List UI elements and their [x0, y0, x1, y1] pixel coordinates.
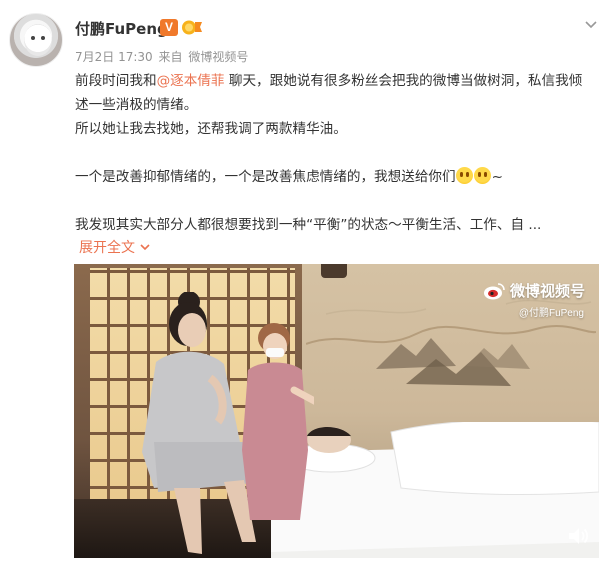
expand-button[interactable]: 展开全文 — [79, 237, 151, 257]
emoji-icon — [455, 167, 473, 184]
weibo-post: 付鹏FuPeng V 7月2日 17:30 来自 微博视频号 前段时间我和@逐本… — [0, 0, 607, 561]
watermark-handle: @付鹏FuPeng — [518, 308, 584, 319]
medal-icon[interactable] — [181, 19, 203, 36]
verified-icon: V — [160, 19, 178, 36]
content-paragraph: 所以她让我去找她，还帮我调了两款精华油。 — [75, 121, 347, 137]
video-player[interactable]: 微博视频号 @付鹏FuPeng — [74, 264, 599, 558]
content-text: 一个是改善抑郁情绪的，一个是改善焦虑情绪的，我想送给你们 — [75, 169, 456, 185]
post-meta: 7月2日 17:30 来自 微博视频号 — [75, 48, 250, 65]
expand-label: 展开全文 — [79, 240, 135, 256]
content-text: ~ — [491, 169, 504, 185]
mute-icon[interactable] — [567, 526, 589, 546]
avatar-eye — [31, 36, 35, 40]
content-paragraph: 我发现其实大部分人都很想要找到一种“平衡”的状态～平衡生活、工作、自 ... — [75, 217, 542, 233]
therapist — [242, 323, 314, 520]
weibo-logo-icon — [483, 282, 505, 299]
emoji-icon — [473, 167, 491, 184]
mention-link[interactable]: @逐本倩菲 — [157, 73, 225, 89]
content-paragraph: 前段时间我和@逐本倩菲 聊天，跟她说有很多粉丝会把我的微博当做树洞，私信我倾述一… — [75, 69, 590, 117]
watermark-title: 微博视频号 — [509, 282, 585, 300]
avatar[interactable] — [9, 13, 63, 67]
content-text: 前段时间我和 — [75, 73, 157, 89]
chevron-down-icon — [140, 244, 150, 251]
content-paragraph: 一个是改善抑郁情绪的，一个是改善焦虑情绪的，我想送给你们 ~ — [75, 165, 590, 189]
avatar-eye — [41, 36, 45, 40]
post-source[interactable]: 微博视频号 — [188, 50, 248, 64]
massage-bed — [271, 422, 599, 558]
post-date[interactable]: 7月2日 17:30 — [75, 50, 153, 64]
username[interactable]: 付鹏FuPeng — [75, 18, 168, 39]
avatar-face — [24, 24, 52, 56]
source-prefix: 来自 — [158, 50, 183, 64]
post-content: 前段时间我和@逐本倩菲 聊天，跟她说有很多粉丝会把我的微博当做树洞，私信我倾述一… — [75, 69, 590, 237]
video-watermark: 微博视频号 — [483, 280, 585, 301]
chevron-down-icon[interactable] — [583, 16, 599, 32]
